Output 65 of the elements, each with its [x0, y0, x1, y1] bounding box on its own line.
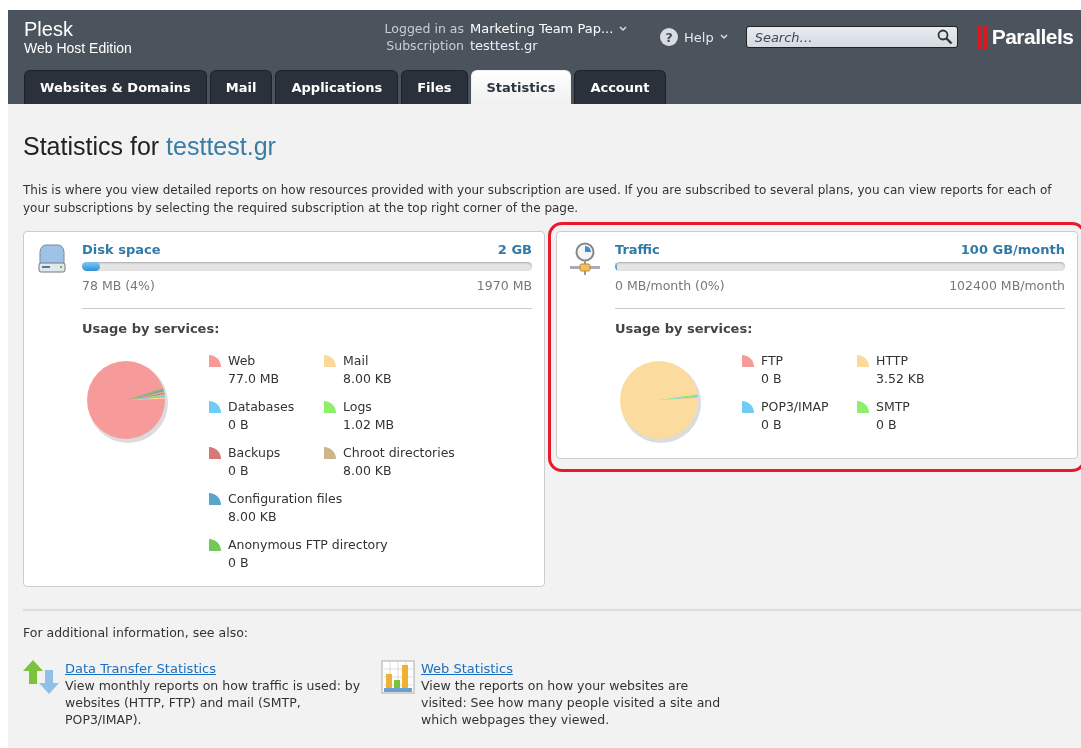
nav-tab[interactable]: Statistics: [470, 70, 572, 104]
page-description: This is where you view detailed reports on how resources provided with your subscription are used. If you are subscribed to several plans, you can view reports for each of your subscriptions by selecting the required subscription at the top right corner of the page.: [23, 182, 1053, 217]
limit-value: 100 GB/month: [960, 242, 1065, 257]
card-title-link[interactable]: Traffic: [615, 242, 660, 257]
legend-label: Logs: [343, 398, 373, 416]
legend-value: 8.00 KB: [343, 370, 392, 388]
legend-label: Mail: [343, 352, 370, 370]
legend-label: POP3/IMAP: [761, 398, 829, 416]
legend-value: 3.52 KB: [876, 370, 925, 388]
subscription-name: testtest.gr: [470, 38, 538, 53]
bar-chart-icon: [381, 660, 415, 694]
caret-icon: [619, 25, 628, 32]
legend-label: SMTP: [876, 398, 910, 416]
legend-value: 8.00 KB: [343, 462, 393, 480]
nav-tab[interactable]: Account: [574, 70, 666, 104]
used-amount: 0 MB/month (0%): [615, 278, 725, 293]
usage-heading: Usage by services:: [615, 321, 754, 336]
link-description: View monthly reports on how traffic is used: by websites (HTTP, FTP) and mail (SMTP, POP3/IMAP).: [65, 677, 362, 728]
up-down-arrows-icon: [23, 660, 59, 694]
edition-name: Web Host Edition: [24, 40, 133, 56]
network-clock-icon: [569, 242, 601, 276]
product-name: Plesk: [24, 18, 74, 40]
legend-value: 0 B: [228, 416, 250, 434]
help-menu[interactable]: Help: [684, 29, 714, 45]
see-also-intro: For additional information, see also:: [23, 625, 250, 640]
legend-value: 0 B: [761, 416, 783, 434]
legend-value: 0 B: [228, 554, 250, 572]
parallels-logo: Parallels: [991, 25, 1074, 49]
caret-icon: [719, 34, 728, 40]
legend-value: 0 B: [761, 370, 783, 388]
help-icon: ?: [660, 28, 678, 46]
legend-label: Backups: [228, 444, 281, 462]
see-also-link[interactable]: Data Transfer Statistics: [65, 660, 365, 677]
total-amount: 102400 MB/month: [949, 278, 1065, 293]
legend-value: 0 B: [876, 416, 898, 434]
legend-label: Anonymous FTP directory: [228, 536, 388, 554]
link-description: View the reports on how your websites are visited: See how many people visited a site and which webpages they viewed.: [421, 677, 721, 728]
hard-drive-icon: [36, 242, 68, 274]
nav-tab[interactable]: Mail: [209, 70, 273, 104]
logged-in-label: Logged in as: [383, 21, 464, 36]
user-menu[interactable]: Marketing Team Pap...: [470, 21, 614, 36]
limit-value: 2 GB: [497, 242, 532, 257]
logo-bars-icon: [977, 25, 988, 49]
legend-value: 8.00 KB: [228, 508, 278, 526]
legend-label: Web: [228, 352, 257, 370]
legend-label: Configuration files: [228, 490, 343, 508]
card-title-link[interactable]: Disk space: [82, 242, 161, 257]
nav-tab[interactable]: Files: [401, 70, 468, 104]
usage-heading: Usage by services:: [82, 321, 221, 336]
legend-value: 77.0 MB: [228, 370, 280, 388]
used-amount: 78 MB (4%): [82, 278, 155, 293]
see-also-link[interactable]: Web Statistics: [421, 660, 721, 677]
legend-label: Chroot directories: [343, 444, 455, 462]
search-icon: [936, 29, 953, 45]
search-field[interactable]: Search…: [745, 26, 958, 48]
legend-value: 1.02 MB: [343, 416, 395, 434]
page-title: Statistics for testtest.gr: [23, 132, 277, 161]
total-amount: 1970 MB: [476, 278, 532, 293]
subscription-label: Subscription: [385, 38, 464, 53]
nav-tab[interactable]: Applications: [275, 70, 399, 104]
legend-label: FTP: [761, 352, 784, 370]
legend-label: HTTP: [876, 352, 909, 370]
nav-tab[interactable]: Websites & Domains: [24, 70, 207, 104]
legend-value: 0 B: [228, 462, 250, 480]
legend-label: Databases: [228, 398, 295, 416]
